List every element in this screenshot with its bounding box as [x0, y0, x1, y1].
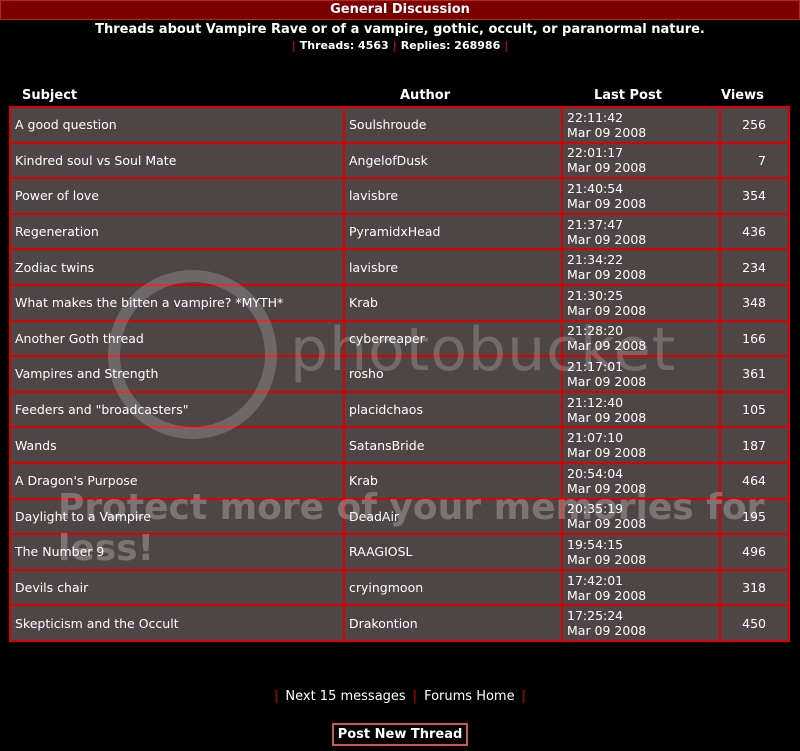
thread-views: 354 — [719, 177, 790, 215]
last-post-cell: 21:07:10 Mar 09 2008 — [561, 426, 721, 464]
last-post-cell: 22:01:17 Mar 09 2008 — [561, 141, 721, 180]
table-row: Zodiac twins lavisbre 21:34:22 Mar 09 200… — [9, 248, 790, 286]
last-post-date: Mar 09 2008 — [567, 124, 647, 140]
thread-author-link[interactable]: placidchaos — [343, 390, 563, 429]
last-post-date: Mar 09 2008 — [567, 267, 647, 283]
column-subject: Subject — [22, 88, 78, 103]
pagination-nav: | Next 15 messages | Forums Home | — [274, 689, 526, 704]
last-post-cell: 17:42:01 Mar 09 2008 — [561, 568, 721, 607]
last-post-cell: 17:25:24 Mar 09 2008 — [561, 604, 721, 642]
table-row: Skepticism and the Occult Drakontion 17:… — [9, 604, 790, 642]
thread-author-link[interactable]: Soulshroude — [343, 106, 563, 144]
thread-views: 105 — [719, 390, 790, 429]
forums-home-link[interactable]: Forums Home — [424, 689, 515, 704]
thread-subject-link[interactable]: Power of love — [9, 177, 345, 215]
thread-author-link[interactable]: Drakontion — [343, 604, 563, 642]
watermark-slogan: Protect more of your memories for less! — [58, 487, 765, 569]
last-post-cell: 21:37:47 Mar 09 2008 — [561, 212, 721, 251]
column-views: Views — [721, 88, 764, 103]
thread-author-link[interactable]: SatansBride — [343, 426, 563, 464]
thread-subject-link[interactable]: Devils chair — [9, 568, 345, 607]
last-post-time: 22:01:17 — [567, 145, 624, 161]
table-row: Kindred soul vs Soul Mate AngelofDusk 22… — [9, 141, 790, 180]
watermark-brand: photobucket — [290, 315, 677, 385]
last-post-date: Mar 09 2008 — [567, 623, 647, 639]
thread-views: 348 — [719, 283, 790, 322]
next-messages-link[interactable]: Next 15 messages — [285, 689, 405, 704]
thread-views: 361 — [719, 355, 790, 393]
last-post-time: 22:11:42 — [567, 109, 624, 125]
last-post-time: 20:54:04 — [567, 465, 624, 481]
table-row: Devils chair cryingmoon 17:42:01 Mar 09 2… — [9, 568, 790, 607]
column-author: Author — [400, 88, 451, 103]
forum-stats: | Threads: 4563 | Replies: 268986 | — [291, 39, 509, 52]
last-post-cell: 21:12:40 Mar 09 2008 — [561, 390, 721, 429]
thread-count: Threads: 4563 — [299, 39, 389, 52]
thread-author-link[interactable]: lavisbre — [343, 248, 563, 286]
last-post-time: 21:37:47 — [567, 216, 624, 232]
last-post-date: Mar 09 2008 — [567, 195, 647, 211]
thread-views: 187 — [719, 426, 790, 464]
thread-views: 318 — [719, 568, 790, 607]
thread-views: 436 — [719, 212, 790, 251]
table-row: A good question Soulshroude 22:11:42 Mar … — [9, 106, 790, 144]
last-post-time: 21:34:22 — [567, 252, 624, 268]
table-row: Wands SatansBride 21:07:10 Mar 09 2008 18… — [9, 426, 790, 464]
post-new-thread-button[interactable]: Post New Thread — [332, 723, 468, 746]
last-post-time: 17:25:24 — [567, 608, 624, 624]
table-row: Regeneration PyramidxHead 21:37:47 Mar 09… — [9, 212, 790, 251]
thread-views: 7 — [719, 141, 790, 180]
last-post-time: 21:30:25 — [567, 287, 624, 303]
thread-views: 166 — [719, 319, 790, 358]
forum-title: General Discussion — [0, 0, 800, 20]
last-post-time: 21:12:40 — [567, 394, 624, 410]
last-post-date: Mar 09 2008 — [567, 160, 647, 176]
last-post-cell: 21:34:22 Mar 09 2008 — [561, 248, 721, 286]
thread-subject-link[interactable]: Regeneration — [9, 212, 345, 251]
thread-views: 234 — [719, 248, 790, 286]
thread-author-link[interactable]: PyramidxHead — [343, 212, 563, 251]
thread-subject-link[interactable]: A good question — [9, 106, 345, 144]
photobucket-logo-icon — [108, 270, 277, 439]
column-last-post: Last Post — [594, 88, 662, 103]
thread-views: 256 — [719, 106, 790, 144]
forum-description: Threads about Vampire Rave or of a vampi… — [95, 22, 705, 37]
last-post-date: Mar 09 2008 — [567, 409, 647, 425]
last-post-time: 17:42:01 — [567, 572, 624, 588]
last-post-time: 21:40:54 — [567, 180, 624, 196]
last-post-date: Mar 09 2008 — [567, 445, 647, 461]
thread-author-link[interactable]: AngelofDusk — [343, 141, 563, 180]
thread-subject-link[interactable]: Kindred soul vs Soul Mate — [9, 141, 345, 180]
thread-author-link[interactable]: cryingmoon — [343, 568, 563, 607]
last-post-date: Mar 09 2008 — [567, 587, 647, 603]
last-post-cell: 21:40:54 Mar 09 2008 — [561, 177, 721, 215]
table-row: Power of love lavisbre 21:40:54 Mar 09 20… — [9, 177, 790, 215]
last-post-date: Mar 09 2008 — [567, 231, 647, 247]
last-post-cell: 22:11:42 Mar 09 2008 — [561, 106, 721, 144]
thread-author-link[interactable]: lavisbre — [343, 177, 563, 215]
last-post-time: 21:07:10 — [567, 430, 624, 446]
thread-views: 450 — [719, 604, 790, 642]
reply-count: Replies: 268986 — [400, 39, 501, 52]
thread-subject-link[interactable]: Skepticism and the Occult — [9, 604, 345, 642]
